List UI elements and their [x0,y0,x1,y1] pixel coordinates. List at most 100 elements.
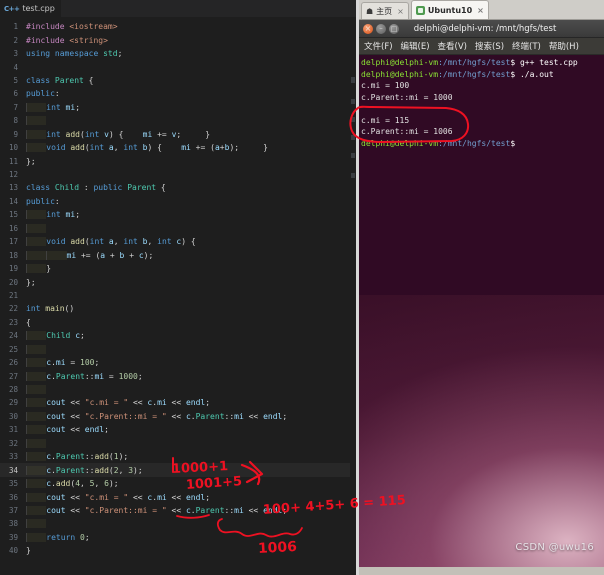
menu-edit[interactable]: 编辑(E) [401,40,430,52]
code-line-content: public: [26,197,356,206]
code-line-content: #include <iostream> [26,22,356,31]
line-number: 16 [8,223,18,233]
code-line: 19 } [0,262,356,275]
code-token: mi [55,358,66,368]
code-line-content: cout << "c.mi = " << c.mi << endl; [26,492,356,502]
code-token: { [156,183,166,193]
code-line: 7 int mi; [0,101,356,114]
line-number: 27 [8,371,18,381]
vm-tab-home[interactable]: ☗ 主页 × [361,2,409,19]
line-number: 8 [13,116,18,126]
code-token: :: [224,505,235,515]
code-token: () [64,304,75,314]
code-line: 28 [0,383,356,396]
code-token: endl [185,492,206,502]
code-line: 35 c.add(4, 5, 6); [0,477,356,490]
code-token: 1000 [118,371,138,381]
code-line-content: cout << endl; [26,425,356,435]
code-token: add [55,479,71,489]
line-number: 26 [8,358,18,368]
code-token: ) { [147,143,182,153]
indent-guide [46,250,67,260]
code-line: 18 mi += (a + b + c); [0,248,356,261]
indent-guide [26,143,47,153]
code-token: , [113,143,124,153]
code-token: endl [263,505,283,515]
code-token: add [65,129,80,139]
line-number: 32 [8,438,18,448]
window-close-icon[interactable] [363,23,373,34]
code-line-content: mi += (a + b + c); [26,250,356,260]
close-icon[interactable]: × [397,7,404,16]
code-line: 36 cout << "c.mi = " << c.mi << endl; [0,490,356,503]
code-line-content: void add(int a, int b, int c) { [26,237,356,247]
terminal-title-bar[interactable]: delphi@delphi-vm: /mnt/hgfs/test [359,20,604,38]
terminal-output-area[interactable]: delphi@delphi-vm:/mnt/hgfs/test$ g++ tes… [359,55,604,295]
close-icon[interactable]: × [477,6,484,15]
line-number: 3 [13,49,18,59]
menu-search[interactable]: 搜索(S) [475,40,504,52]
code-line: 24 Child c; [0,329,356,342]
line-number: 6 [13,89,18,99]
indent-guide [26,385,47,395]
code-token: ; [117,49,123,59]
window-maximize-icon[interactable] [389,23,399,34]
code-line-content: c.mi = 100; [26,358,356,368]
code-token: ; } [176,129,211,139]
code-text-area[interactable]: 1 #include <iostream> 2 #include <string> 3 u… [0,17,356,575]
code-line-content: #include <string> [26,36,356,45]
code-line: 33 c.Parent::add(1); [0,450,356,463]
line-number: 31 [8,425,18,435]
menu-file[interactable]: 文件(F) [364,40,393,52]
code-token: void [46,237,66,247]
code-token: ; [94,358,100,368]
code-token: int [46,129,61,139]
line-number: 28 [8,385,18,395]
indent-guide [26,425,47,435]
code-token: Parent [195,505,225,515]
code-token: Parent [54,75,84,85]
code-token: << [65,505,85,515]
code-line-content: class Child : public Parent { [26,183,356,192]
line-number: 21 [8,290,18,300]
code-line: 29 cout << "c.mi = " << c.mi << endl; [0,396,356,409]
code-token: int [89,237,105,247]
code-token: } [26,546,31,556]
code-token: cout [46,425,66,435]
code-line: 31 cout << endl; [0,423,356,436]
code-token: Child [54,183,80,193]
code-token: ; [282,411,288,421]
code-token: } [46,264,52,274]
menu-help[interactable]: 帮助(H) [549,40,579,52]
code-line-content [26,385,356,395]
indent-guide [26,264,47,274]
code-line: 6 public: [0,87,356,100]
window-minimize-icon[interactable] [376,23,386,34]
code-line: 12 [0,168,356,181]
host-taskbar[interactable] [359,567,604,575]
code-token: { [26,317,31,327]
menu-view[interactable]: 查看(V) [438,40,467,52]
indent-guide [26,505,47,515]
line-number: 33 [8,452,18,462]
code-token: ) { [181,237,196,247]
menu-terminal[interactable]: 终端(T) [512,40,541,52]
code-token: return [46,532,76,542]
code-token: Parent [127,183,157,193]
code-line: 27 c.Parent::mi = 1000; [0,369,356,382]
line-number: 38 [8,519,18,529]
code-token: ); [118,452,129,462]
code-line-content: c.Parent::add(2, 3); [26,465,356,475]
line-number: 40 [8,546,18,556]
vm-tab-ubuntu10[interactable]: Ubuntu10 × [410,0,489,19]
code-line: 15 int mi; [0,208,356,221]
indent-guide [26,237,47,247]
code-token: ); } [229,143,268,153]
code-line: 25 [0,343,356,356]
code-line: 22 int main() [0,302,356,315]
code-line: 23 { [0,316,356,329]
code-line-content: cout << "c.Parent::mi = " << c.Parent::m… [26,505,356,515]
editor-tab-test-cpp[interactable]: C++ test.cpp [0,0,62,17]
code-token: int [26,304,41,314]
code-token: ; [75,210,81,220]
